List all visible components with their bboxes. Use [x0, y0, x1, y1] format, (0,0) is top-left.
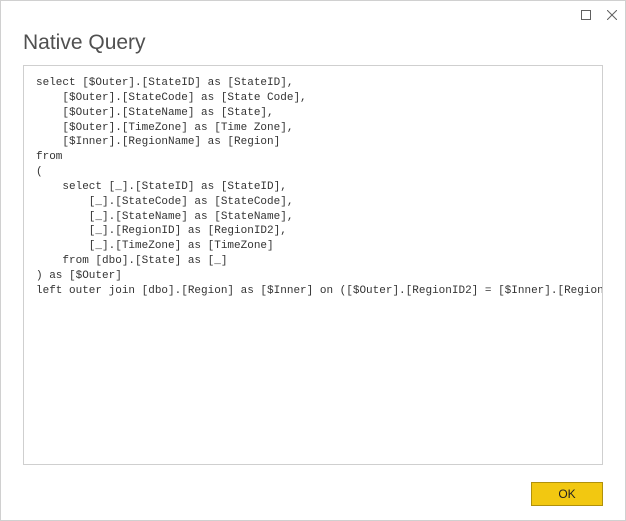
- dialog-title: Native Query: [1, 29, 625, 65]
- maximize-button[interactable]: [579, 8, 593, 22]
- query-container: select [$Outer].[StateID] as [StateID], …: [23, 65, 603, 465]
- ok-button[interactable]: OK: [531, 482, 603, 506]
- close-button[interactable]: [605, 8, 619, 22]
- window-titlebar: [1, 1, 625, 29]
- dialog-footer: OK: [531, 482, 603, 506]
- native-query-text: select [$Outer].[StateID] as [StateID], …: [36, 76, 590, 299]
